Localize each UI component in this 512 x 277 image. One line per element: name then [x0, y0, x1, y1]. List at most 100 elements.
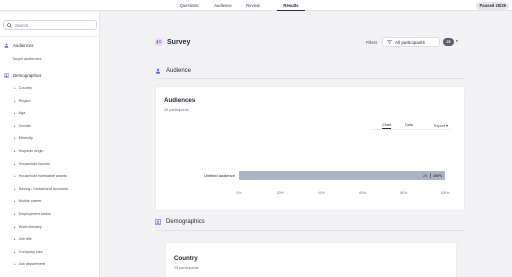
sidebar-item-country[interactable]: ▸ Country	[14, 85, 32, 91]
audiences-card-subtitle: 25 participants	[164, 108, 189, 112]
sidebar-item-label: Gender	[18, 123, 32, 128]
audience-section-label: Audience	[166, 68, 192, 74]
chevron-right-icon: ▸	[14, 149, 16, 153]
chevron-down-icon: ▾	[446, 124, 448, 128]
x-tick-label: 20%	[276, 191, 284, 195]
sidebar-item-age[interactable]: ▸ Age	[14, 110, 25, 116]
sidebar-item-household-income[interactable]: ▸ Household income	[14, 161, 50, 167]
sidebar: Audiences Target audiences Demographics …	[0, 12, 100, 277]
chevron-right-icon: ▸	[14, 237, 16, 242]
sidebar-divider	[0, 36, 100, 37]
sidebar-item-region[interactable]: ▸ Region	[14, 98, 31, 104]
sidebar-item-label: Employment status	[18, 212, 51, 216]
chevron-right-icon: ▸	[14, 174, 16, 179]
tabs-divider	[371, 129, 451, 130]
sidebar-item-label: Saving / Investment accounts	[18, 186, 69, 191]
section-divider	[155, 230, 465, 231]
page-title: Survey	[155, 38, 190, 46]
demographics-icon	[155, 219, 161, 225]
sidebar-item-label: Age	[18, 111, 26, 116]
bar-label-separator	[430, 173, 431, 178]
audiences-card: Audiences 25 participants Chart Data Exp…	[155, 86, 465, 211]
bar[interactable]	[239, 171, 445, 180]
chevron-right-icon: ▸	[14, 161, 16, 166]
sidebar-item-saving-investment-accounts[interactable]: ▸ Saving / Investment accounts	[14, 186, 68, 192]
participants-count-badge[interactable]: 25	[443, 38, 454, 46]
chevron-right-icon: ▸	[14, 86, 16, 90]
chevron-right-icon: ▸	[14, 136, 16, 141]
filter-icon	[387, 40, 392, 44]
sidebar-item-mobile-carrier[interactable]: ▸ Mobile carrier	[14, 198, 42, 204]
audiences-card-title: Audiences	[164, 97, 196, 104]
top-nav-bar: Questions Audience Review Results Paused…	[0, 0, 512, 11]
bar-count-label: 25	[423, 173, 427, 178]
tab-data[interactable]: Data	[405, 123, 413, 127]
chevron-right-icon: ▸	[14, 199, 16, 204]
chevron-right-icon: ▸	[14, 186, 16, 191]
demographics-section-heading: Demographics	[155, 219, 205, 225]
survey-icon	[155, 38, 163, 46]
sidebar-item-gender[interactable]: ▸ Gender	[14, 123, 31, 129]
filters-label: Filters	[366, 40, 378, 45]
chevron-right-icon: ▸	[14, 249, 16, 254]
sidebar-item-work-industry[interactable]: ▸ Work industry	[14, 224, 42, 230]
sidebar-item-ethnicity[interactable]: ▸ Ethnicity	[14, 135, 33, 141]
chevron-right-icon: ▸	[14, 212, 16, 216]
sidebar-demographics-heading[interactable]: Demographics	[4, 72, 41, 79]
sidebar-item-target-audiences[interactable]: Target audiences	[12, 56, 42, 61]
tab-questions[interactable]: Questions	[171, 0, 207, 11]
bar-percent-label: 100%	[433, 173, 443, 178]
sidebar-item-job-title[interactable]: ▸ Job title	[14, 236, 32, 242]
sidebar-item-label: Job department	[18, 262, 45, 267]
sidebar-item-company-size[interactable]: ▸ Company size	[14, 249, 43, 255]
sidebar-demographics-label: Demographics	[13, 73, 42, 78]
users-icon	[155, 68, 161, 74]
tab-audience[interactable]: Audience	[207, 0, 239, 11]
sidebar-audiences-heading[interactable]: Audiences	[4, 42, 34, 49]
section-divider	[155, 78, 465, 79]
x-tick-label: 100%	[440, 191, 450, 195]
main-content: Survey Filters All participants 25 ▾ Aud…	[101, 12, 512, 277]
sidebar-item-label: Region	[18, 98, 31, 103]
page-title-text: Survey	[167, 38, 191, 46]
chevron-right-icon: ▸	[14, 262, 16, 267]
chevron-right-icon: ▸	[14, 224, 16, 229]
bar-category-label: Untitled audience	[204, 173, 235, 178]
participants-filter-label: All participants	[395, 39, 425, 45]
country-card-subtitle: 25 participants	[174, 266, 199, 270]
sidebar-item-label: Ethnicity	[18, 136, 33, 141]
export-button[interactable]: Export ▾	[434, 123, 448, 128]
audience-section-heading: Audience	[155, 68, 191, 74]
search-box[interactable]	[3, 20, 97, 30]
sidebar-item-label: Country	[18, 86, 32, 90]
sidebar-item-label: Mobile carrier	[18, 199, 42, 204]
x-tick-label: 0%	[236, 191, 242, 195]
x-tick-label: 80%	[400, 191, 408, 195]
sidebar-item-job-department[interactable]: ▸ Job department	[14, 261, 45, 267]
participants-filter-button[interactable]: All participants	[382, 37, 440, 47]
chevron-right-icon: ▸	[14, 98, 16, 103]
sidebar-item-label: Hispanic origin	[18, 149, 44, 153]
chevron-right-icon: ▸	[14, 123, 16, 128]
search-input[interactable]	[15, 22, 95, 28]
search-icon	[7, 22, 12, 28]
demographics-section-label: Demographics	[166, 219, 205, 225]
sidebar-item-label: Household investable assets	[18, 174, 67, 179]
export-label: Export	[434, 124, 445, 128]
sidebar-item-household-investable-assets[interactable]: ▸ Household investable assets	[14, 173, 67, 179]
sidebar-item-employment-status[interactable]: ▸ Employment status	[14, 211, 51, 217]
sidebar-item-label: Company size	[18, 249, 43, 254]
sidebar-audiences-label: Audiences	[13, 43, 34, 48]
sidebar-item-label: Household income	[18, 161, 51, 166]
x-tick-label: 60%	[359, 191, 366, 195]
country-card-title: Country	[174, 255, 198, 262]
chevron-right-icon: ▸	[14, 111, 16, 116]
tab-results[interactable]: Results	[277, 0, 305, 11]
tab-review[interactable]: Review	[239, 0, 267, 11]
status-badge: Paused 25/25	[476, 1, 509, 10]
sidebar-item-hispanic-origin[interactable]: ▸ Hispanic origin	[14, 148, 44, 154]
sidebar-item-label: Job title	[18, 237, 32, 242]
users-icon	[4, 43, 9, 48]
sidebar-item-label: Work industry	[18, 224, 42, 229]
chevron-down-icon[interactable]: ▾	[456, 39, 458, 43]
